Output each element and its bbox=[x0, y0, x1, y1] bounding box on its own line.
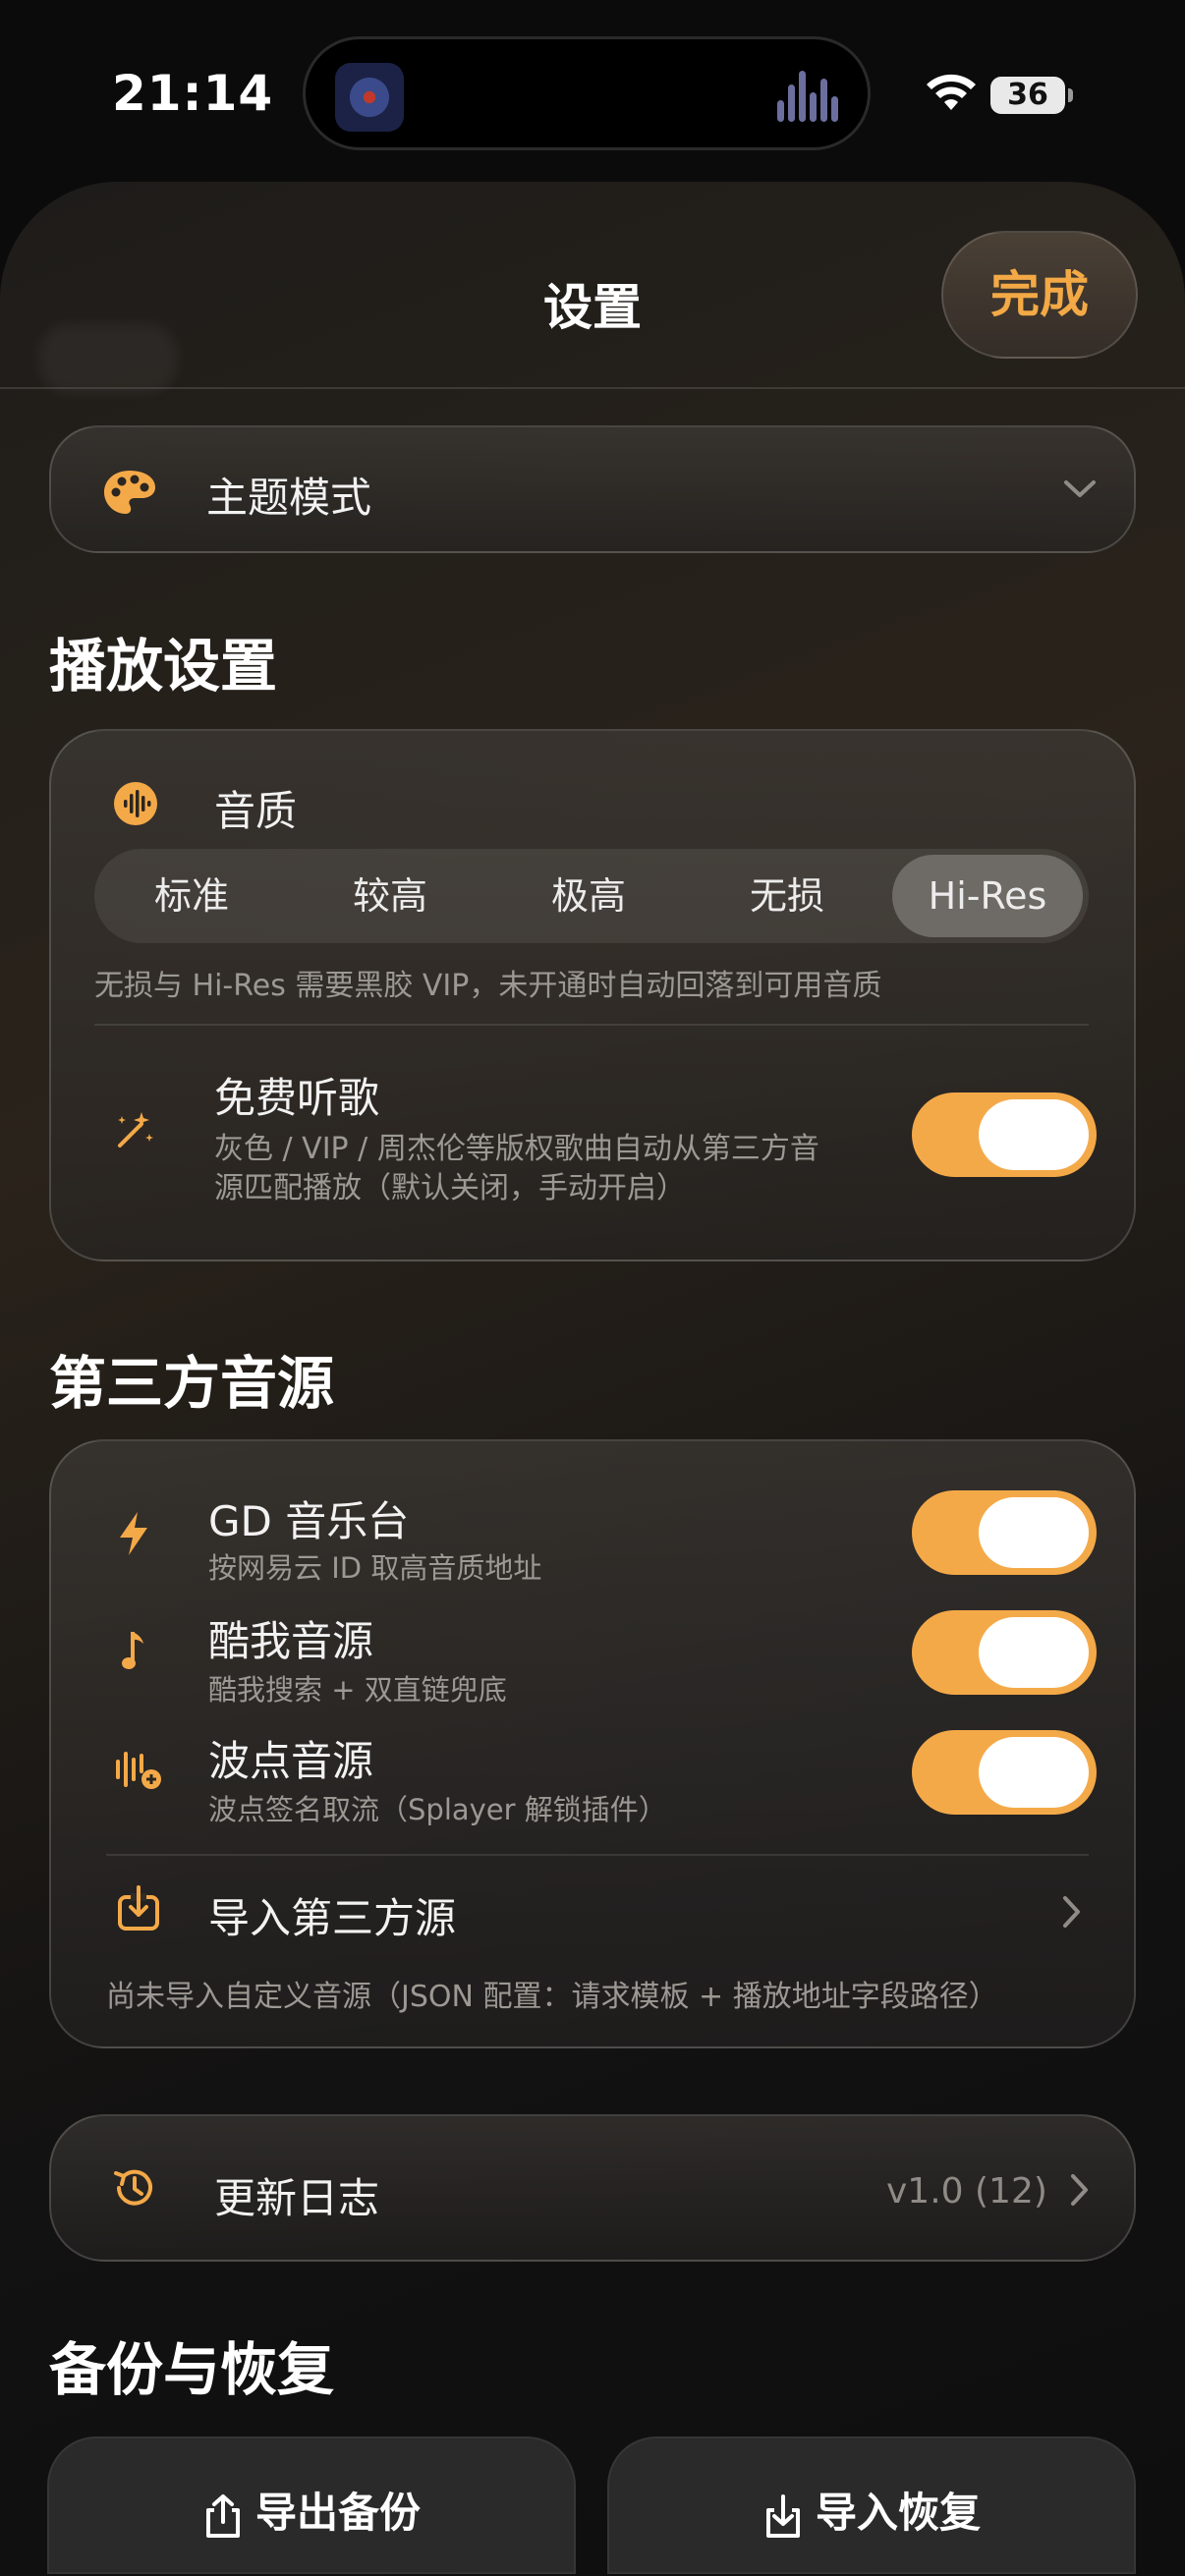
playback-heading: 播放设置 bbox=[49, 633, 278, 700]
audio-quality-icon bbox=[114, 782, 157, 825]
import-restore-button[interactable]: 导入恢复 bbox=[607, 2436, 1136, 2574]
source-toggle-kuwo[interactable] bbox=[912, 1610, 1097, 1695]
import-tray-icon bbox=[118, 1885, 159, 1931]
changelog-row[interactable]: 更新日志 v1.0 (12) bbox=[49, 2114, 1136, 2262]
chevron-down-icon bbox=[1064, 480, 1096, 497]
quality-segmented-control[interactable]: 标准 较高 极高 无损 Hi-Res bbox=[94, 849, 1089, 943]
music-note-icon bbox=[122, 1632, 143, 1669]
import-source-row[interactable]: 导入第三方源 bbox=[90, 1862, 1102, 1956]
waveform-plus-icon bbox=[116, 1752, 161, 1789]
toggle-knob bbox=[979, 1617, 1089, 1688]
free-listen-label: 免费听歌 bbox=[214, 1074, 380, 1122]
dynamic-island[interactable] bbox=[303, 36, 871, 150]
quality-option-hires[interactable]: Hi-Res bbox=[892, 855, 1083, 937]
quality-option-exhigh[interactable]: 极高 bbox=[495, 849, 682, 943]
source-name-gd: GD 音乐台 bbox=[208, 1497, 410, 1545]
theme-mode-row[interactable]: 主题模式 bbox=[49, 425, 1136, 553]
theme-mode-label: 主题模式 bbox=[206, 474, 372, 522]
now-playing-artwork[interactable] bbox=[335, 63, 404, 132]
source-desc-gd: 按网易云 ID 取高音质地址 bbox=[208, 1551, 542, 1585]
quality-option-higher[interactable]: 较高 bbox=[297, 849, 483, 943]
import-source-note: 尚未导入自定义音源（JSON 配置：请求模板 + 播放地址字段路径） bbox=[106, 1980, 998, 2014]
source-name-bodian: 波点音源 bbox=[208, 1737, 374, 1785]
playback-card: 音质 标准 较高 极高 无损 Hi-Res 无损与 Hi-Res 需要黑胶 VI… bbox=[49, 729, 1136, 1261]
source-desc-bodian: 波点签名取流（Splayer 解锁插件） bbox=[208, 1793, 667, 1826]
palette-icon bbox=[104, 471, 155, 514]
status-time: 21:14 bbox=[112, 65, 274, 122]
magic-wand-icon bbox=[118, 1112, 153, 1148]
toggle-knob bbox=[979, 1737, 1089, 1808]
free-listen-desc-line2: 源匹配播放（默认关闭，手动开启） bbox=[214, 1171, 686, 1205]
export-backup-button[interactable]: 导出备份 bbox=[47, 2436, 576, 2574]
done-button[interactable]: 完成 bbox=[941, 231, 1138, 359]
audio-waveform-icon bbox=[777, 71, 840, 122]
header-divider bbox=[0, 387, 1185, 389]
version-text: v1.0 (12) bbox=[886, 2171, 1047, 2212]
status-bar: 21:14 36 bbox=[0, 0, 1185, 187]
toggle-knob bbox=[979, 1497, 1089, 1568]
battery-indicator: 36 bbox=[990, 77, 1073, 114]
free-listen-toggle[interactable] bbox=[912, 1092, 1097, 1177]
source-toggle-gd[interactable] bbox=[912, 1490, 1097, 1575]
quality-option-lossless[interactable]: 无损 bbox=[694, 849, 880, 943]
backup-heading: 备份与恢复 bbox=[49, 2336, 335, 2403]
bolt-icon bbox=[120, 1512, 147, 1555]
chevron-right-icon bbox=[1071, 2174, 1088, 2206]
quality-label: 音质 bbox=[214, 787, 298, 835]
quality-note: 无损与 Hi-Res 需要黑胶 VIP，未开通时自动回落到可用音质 bbox=[94, 969, 882, 1003]
settings-sheet: 设置 完成 主题模式 播放设置 音质 标准 较高 极高 无损 Hi-Res 无损… bbox=[0, 182, 1185, 2576]
source-name-kuwo: 酷我音源 bbox=[208, 1617, 374, 1665]
row-divider bbox=[94, 1024, 1089, 1026]
third-party-heading: 第三方音源 bbox=[49, 1350, 335, 1417]
source-desc-kuwo: 酷我搜索 + 双直链兜底 bbox=[208, 1673, 507, 1707]
export-backup-label: 导出备份 bbox=[254, 2489, 421, 2537]
import-restore-label: 导入恢复 bbox=[815, 2489, 981, 2537]
import-tray-icon bbox=[765, 2493, 800, 2538]
wifi-icon bbox=[927, 74, 976, 110]
row-divider bbox=[106, 1854, 1089, 1856]
history-icon bbox=[114, 2169, 152, 2206]
share-export-icon bbox=[205, 2493, 240, 2538]
third-party-card: GD 音乐台 按网易云 ID 取高音质地址 酷我音源 酷我搜索 + 双直链兜底 … bbox=[49, 1439, 1136, 2048]
source-toggle-bodian[interactable] bbox=[912, 1730, 1097, 1815]
import-source-label: 导入第三方源 bbox=[208, 1894, 457, 1942]
chevron-right-icon bbox=[1063, 1896, 1080, 1928]
quality-option-standard[interactable]: 标准 bbox=[98, 849, 285, 943]
free-listen-desc-line1: 灰色 / VIP / 周杰伦等版权歌曲自动从第三方音 bbox=[214, 1132, 819, 1166]
changelog-label: 更新日志 bbox=[214, 2174, 380, 2222]
toggle-knob bbox=[979, 1099, 1089, 1170]
